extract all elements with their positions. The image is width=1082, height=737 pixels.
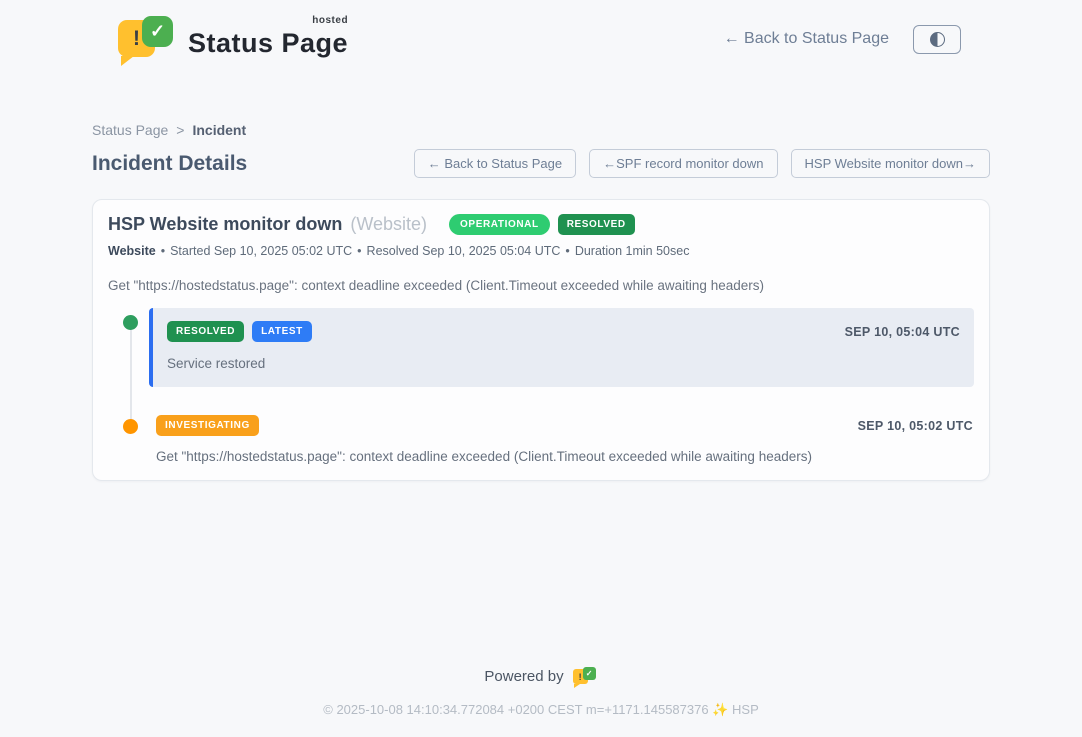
brand-wordmark: Status Page hosted xyxy=(188,20,348,59)
page-title: Incident Details xyxy=(92,152,247,176)
incident-timeline: RESOLVED LATEST SEP 10, 05:04 UTC Servic… xyxy=(108,308,974,464)
timeline-entry-badges: RESOLVED LATEST xyxy=(167,321,312,342)
timeline-highlight-block: RESOLVED LATEST SEP 10, 05:04 UTC Servic… xyxy=(149,308,974,387)
breadcrumb-incident: Incident xyxy=(192,122,246,138)
powered-by-label: Powered by xyxy=(484,668,563,685)
investigating-badge: INVESTIGATING xyxy=(156,415,259,436)
timeline-entry-message: Service restored xyxy=(167,356,960,371)
timeline-entry-badges: INVESTIGATING xyxy=(156,415,259,436)
logo-check-icon: ✓ xyxy=(142,16,173,47)
header: ! ✓ Status Page hosted ← Back to Status … xyxy=(0,0,1082,64)
copyright-line: © 2025-10-08 14:10:34.772084 +0200 CEST … xyxy=(92,702,990,718)
copyright-suffix: HSP xyxy=(732,702,759,717)
header-back-link[interactable]: ← Back to Status Page xyxy=(724,30,889,48)
timeline-entry-investigating: INVESTIGATING SEP 10, 05:02 UTC Get "htt… xyxy=(108,415,974,464)
incident-nav-buttons: ← Back to Status Page ←SPF record monito… xyxy=(414,149,990,178)
meta-separator: • xyxy=(357,244,361,258)
timeline-entry-message: Get "https://hostedstatus.page": context… xyxy=(156,449,973,464)
timeline-entry-latest: RESOLVED LATEST SEP 10, 05:04 UTC Servic… xyxy=(108,308,974,387)
copyright-text: © 2025-10-08 14:10:34.772084 +0200 CEST … xyxy=(323,702,708,717)
footer-logo-exclamation-glyph: ! xyxy=(579,672,582,682)
timeline-entry-timestamp: SEP 10, 05:04 UTC xyxy=(845,325,960,339)
timeline-entry-timestamp: SEP 10, 05:02 UTC xyxy=(858,419,973,433)
operational-badge: OPERATIONAL xyxy=(449,214,550,235)
timeline-dot-orange-icon xyxy=(123,419,138,434)
meta-resolved: Resolved Sep 10, 2025 05:04 UTC xyxy=(367,244,561,258)
brand-name: Status Page xyxy=(188,28,348,58)
incident-meta: Website • Started Sep 10, 2025 05:02 UTC… xyxy=(108,244,974,258)
breadcrumb-separator: > xyxy=(176,122,184,138)
back-to-status-page-button[interactable]: ← Back to Status Page xyxy=(414,149,576,178)
brand-logo-icon: ! ✓ xyxy=(118,16,176,62)
prev-incident-button[interactable]: ←SPF record monitor down xyxy=(589,149,777,178)
incident-title: HSP Website monitor down xyxy=(108,214,342,235)
next-incident-button[interactable]: HSP Website monitor down→ xyxy=(791,149,990,178)
timeline-dot-green-icon xyxy=(123,315,138,330)
timeline-entry-header: INVESTIGATING SEP 10, 05:02 UTC xyxy=(156,415,973,436)
brand[interactable]: ! ✓ Status Page hosted xyxy=(118,16,348,62)
title-row: Incident Details ← Back to Status Page ←… xyxy=(92,149,990,178)
breadcrumb: Status Page > Incident xyxy=(92,122,990,138)
meta-component: Website xyxy=(108,244,156,258)
sparkles-icon: ✨ xyxy=(712,702,728,717)
incident-description: Get "https://hostedstatus.page": context… xyxy=(108,278,974,293)
meta-separator: • xyxy=(161,244,165,258)
resolved-badge: RESOLVED xyxy=(167,321,244,342)
incident-scope: (Website) xyxy=(350,214,427,235)
breadcrumb-status-page[interactable]: Status Page xyxy=(92,122,168,138)
incident-title-row: HSP Website monitor down (Website) OPERA… xyxy=(108,214,974,235)
header-right: ← Back to Status Page xyxy=(724,25,961,54)
meta-started: Started Sep 10, 2025 05:02 UTC xyxy=(170,244,352,258)
incident-card: HSP Website monitor down (Website) OPERA… xyxy=(92,199,990,481)
timeline-entry-header: RESOLVED LATEST SEP 10, 05:04 UTC xyxy=(167,321,960,342)
main-content: Status Page > Incident Incident Details … xyxy=(92,122,990,718)
footer: Powered by ! ✓ © 2025-10-08 14:10:34.772… xyxy=(92,666,990,718)
meta-separator: • xyxy=(565,244,569,258)
theme-toggle-icon xyxy=(930,32,945,47)
logo-exclamation-glyph: ! xyxy=(133,27,140,51)
brand-superscript: hosted xyxy=(312,15,348,26)
meta-duration: Duration 1min 50sec xyxy=(575,244,690,258)
footer-logo-check-glyph: ✓ xyxy=(586,669,593,678)
theme-toggle-button[interactable] xyxy=(913,25,961,54)
latest-badge: LATEST xyxy=(252,321,312,342)
footer-logo-check-icon: ✓ xyxy=(583,667,596,680)
timeline-plain-block: INVESTIGATING SEP 10, 05:02 UTC Get "htt… xyxy=(149,415,974,464)
powered-by: Powered by ! ✓ xyxy=(92,666,990,687)
footer-brand-logo-icon[interactable]: ! ✓ xyxy=(573,666,598,687)
resolved-status-badge: RESOLVED xyxy=(558,214,635,235)
logo-check-glyph: ✓ xyxy=(150,21,165,42)
